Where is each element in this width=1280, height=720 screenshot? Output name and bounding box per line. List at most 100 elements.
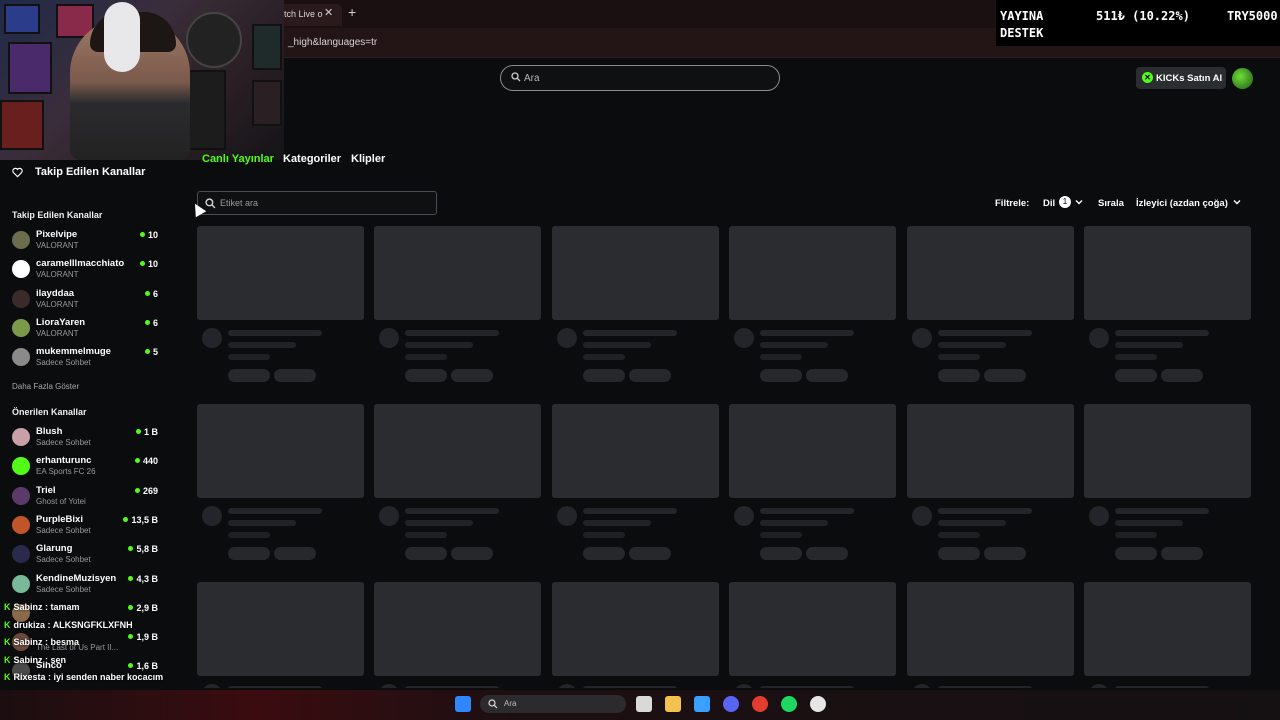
stream-card-placeholder[interactable] [1084, 226, 1251, 386]
channel-item[interactable]: mukemmelmuge Sadece Sohbet 5 [12, 346, 162, 374]
skeleton-p1 [1115, 547, 1157, 560]
stream-card-placeholder[interactable] [1084, 404, 1251, 564]
skeleton-l1 [937, 330, 1032, 336]
user-avatar[interactable] [1232, 68, 1253, 89]
skeleton-l1 [582, 508, 677, 514]
skeleton-p1 [937, 369, 980, 382]
stream-card-placeholder[interactable] [197, 404, 364, 564]
stream-card-placeholder[interactable] [197, 582, 364, 688]
skeleton-l2 [760, 520, 829, 526]
skeleton-l2 [228, 342, 296, 348]
stream-card-placeholder[interactable] [551, 582, 719, 688]
language-filter-button[interactable]: Dil [1043, 198, 1055, 209]
skeleton-sav [911, 506, 932, 526]
store-icon[interactable] [694, 696, 710, 712]
chevron-down-icon[interactable] [1074, 197, 1084, 207]
chat-message: Kdrukiza : ALKSNGFKLXFNH [4, 620, 133, 630]
close-tab-icon[interactable]: ✕ [324, 6, 333, 19]
address-url[interactable]: _high&languages=tr [288, 37, 377, 48]
skeleton-sav [734, 328, 755, 348]
channel-item[interactable]: caramelllmacchiato VALORANT 10 [12, 258, 162, 286]
stream-card-placeholder[interactable] [729, 404, 897, 564]
channel-item[interactable]: LioraYaren VALORANT 6 [12, 317, 162, 345]
stream-card-placeholder[interactable] [1084, 582, 1251, 688]
webcam-feed [0, 0, 284, 160]
skeleton-p1 [405, 547, 448, 560]
tag-search-placeholder: Etiket ara [220, 198, 259, 208]
channel-item[interactable]: KendineMuzisyen Sadece Sohbet 4,3 B [12, 573, 162, 601]
stream-card-placeholder[interactable] [729, 582, 897, 688]
skeleton-thumb [374, 226, 542, 320]
file-explorer-icon[interactable] [636, 696, 652, 712]
channel-name: PurpleBixi [36, 513, 83, 525]
skeleton-l2 [582, 342, 651, 348]
chevron-down-icon[interactable] [1232, 197, 1242, 207]
stream-card-placeholder[interactable] [729, 226, 897, 386]
skeleton-sav [379, 506, 400, 526]
chat-username: drukiza [13, 619, 46, 630]
stream-card-placeholder[interactable] [906, 582, 1074, 688]
folder-icon[interactable] [665, 696, 681, 712]
search-placeholder: Ara [524, 73, 540, 84]
heart-icon [12, 167, 23, 178]
skeleton-p2 [628, 369, 671, 382]
tab-clips[interactable]: Klipler [351, 153, 385, 165]
channel-item[interactable]: Pixelvipe VALORANT 10 [12, 229, 162, 257]
new-tab-button[interactable]: + [348, 4, 356, 20]
show-more-link[interactable]: Daha Fazla Göster [12, 382, 79, 391]
channel-item[interactable]: Blush Sadece Sohbet 1 B [12, 426, 162, 454]
avatar [12, 231, 30, 249]
stream-card-placeholder[interactable] [374, 404, 542, 564]
tab-categories[interactable]: Kategoriler [283, 153, 341, 165]
buy-kicks-button[interactable]: ✕ KICKs Satın Al [1136, 67, 1226, 89]
channel-name: Pixelvipe [36, 229, 78, 240]
sort-label: Sırala [1098, 198, 1124, 209]
channel-item[interactable]: erhanturunc EA Sports FC 26 440 [12, 455, 162, 483]
stream-card-placeholder[interactable] [197, 226, 364, 386]
skeleton-l2 [937, 342, 1006, 348]
stream-card-placeholder[interactable] [906, 404, 1074, 564]
skeleton-thumb [197, 226, 364, 320]
avatar [12, 486, 30, 505]
stream-card-placeholder[interactable] [374, 582, 542, 688]
sort-select[interactable]: İzleyici (azdan çoğa) [1136, 198, 1228, 209]
spotify-icon[interactable] [781, 696, 797, 712]
tag-search-input[interactable]: Etiket ara [197, 191, 437, 215]
windows-icon[interactable] [455, 696, 471, 712]
obs-icon[interactable] [810, 696, 826, 712]
skeleton-l2 [405, 342, 474, 348]
skeleton-p1 [1115, 369, 1157, 382]
channel-name: erhanturunc [36, 455, 92, 467]
channel-name: KendineMuzisyen [36, 572, 117, 584]
stream-card-placeholder[interactable] [551, 404, 719, 564]
skeleton-l2 [582, 520, 651, 526]
avatar [12, 348, 30, 367]
chat-separator: : [42, 637, 51, 647]
channel-item[interactable]: Glarung Sadece Sohbet 5,8 B [12, 543, 162, 571]
tab-live-streams[interactable]: Canlı Yayınlar [202, 153, 274, 165]
viewer-count: 1 B [136, 427, 158, 437]
channel-category: Sadece Sohbet [36, 358, 91, 368]
stream-card-placeholder[interactable] [374, 226, 542, 386]
skeleton-l3 [228, 532, 270, 538]
skeleton-p2 [983, 547, 1026, 560]
stream-card-placeholder[interactable] [906, 226, 1074, 386]
skeleton-thumb [1084, 404, 1251, 498]
skeleton-l2 [937, 520, 1006, 526]
channel-item[interactable]: PurpleBixi Sadece Sohbet 13,5 B [12, 514, 162, 542]
channel-name: LioraYaren [36, 316, 86, 328]
stream-card-placeholder[interactable] [551, 226, 719, 386]
discord-icon[interactable] [723, 696, 739, 712]
channel-category: VALORANT [36, 328, 79, 338]
skeleton-l2 [228, 520, 296, 526]
search-input[interactable]: Ara [500, 65, 780, 91]
channel-item[interactable]: ilayddaa VALORANT 6 [12, 288, 162, 316]
taskbar-search-input[interactable]: Ara [480, 695, 626, 713]
skeleton-sav [379, 328, 400, 348]
channel-category: VALORANT [36, 299, 79, 309]
chrome-icon[interactable] [752, 696, 768, 712]
skeleton-l1 [405, 330, 500, 336]
skeleton-l1 [405, 508, 500, 514]
channel-item[interactable]: Triel Ghost of Yotei 269 [12, 485, 162, 513]
skeleton-l3 [582, 532, 625, 538]
